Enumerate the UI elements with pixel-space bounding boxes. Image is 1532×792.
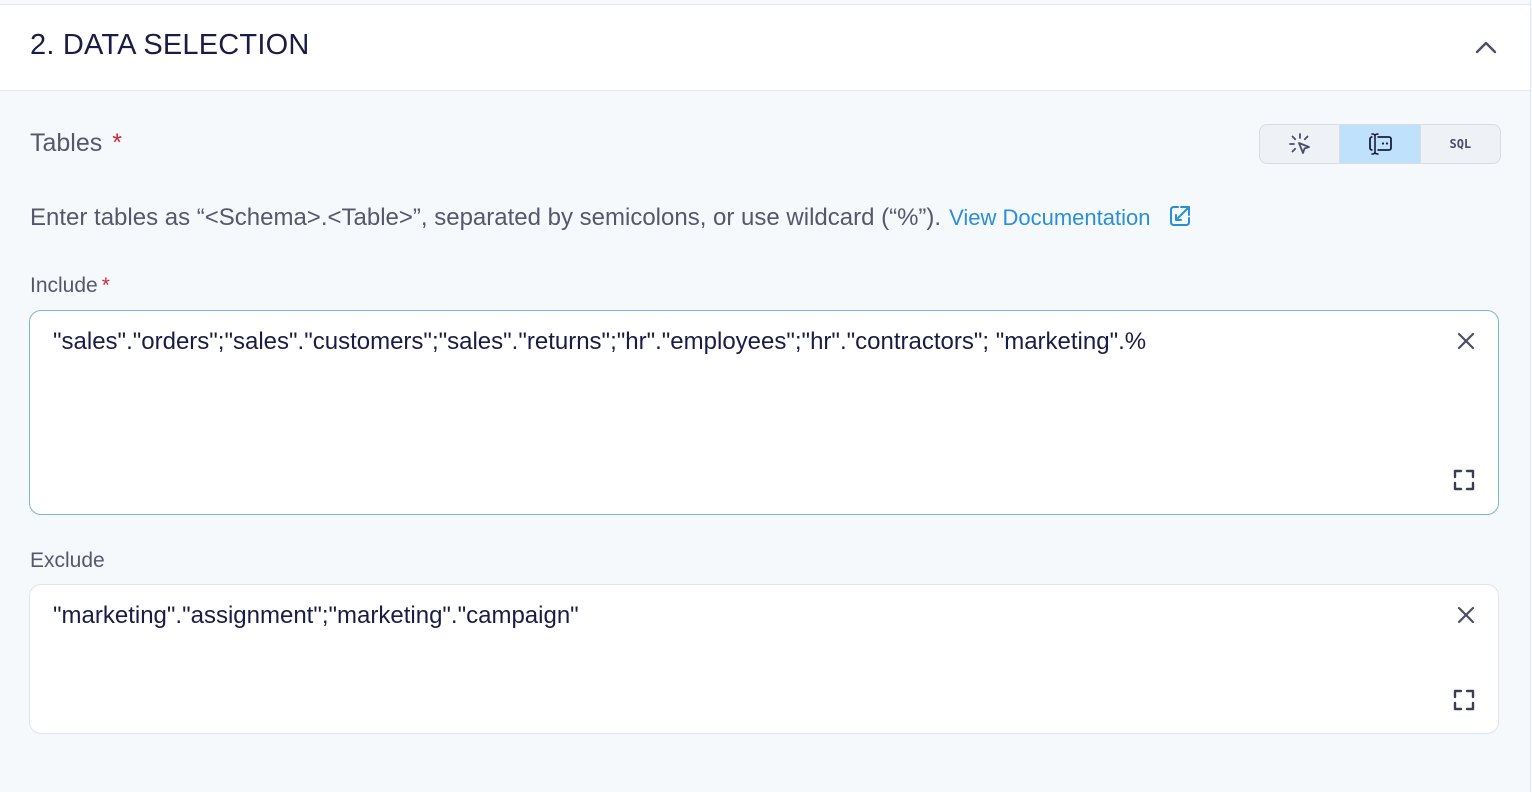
expand-icon	[1453, 469, 1475, 491]
text-mode-button[interactable]	[1340, 125, 1421, 163]
external-link-icon[interactable]	[1168, 204, 1192, 235]
help-text-line: Enter tables as “<Schema>.<Table>”, sepa…	[30, 204, 1192, 235]
include-clear-button[interactable]	[1454, 329, 1478, 353]
tables-label: Tables *	[30, 129, 122, 158]
text-cursor-icon	[1369, 133, 1392, 155]
exclude-clear-button[interactable]	[1454, 603, 1478, 627]
section-header[interactable]: 2. DATA SELECTION	[0, 5, 1530, 91]
exclude-expand-button[interactable]	[1452, 688, 1476, 712]
exclude-label-text: Exclude	[30, 549, 105, 572]
tables-label-text: Tables	[30, 129, 103, 157]
include-value[interactable]: "sales"."orders";"sales"."customers";"sa…	[53, 328, 1146, 356]
sql-mode-button[interactable]: SQL	[1421, 125, 1500, 163]
chevron-up-icon	[1475, 41, 1497, 54]
view-documentation-link[interactable]: View Documentation	[949, 205, 1150, 230]
exclude-value[interactable]: "marketing"."assignment";"marketing"."ca…	[53, 602, 579, 630]
include-label-text: Include	[30, 274, 98, 297]
include-label: Include *	[30, 274, 110, 298]
required-mark: *	[112, 129, 122, 157]
collapse-button[interactable]	[1472, 33, 1500, 61]
section-title: 2. DATA SELECTION	[30, 29, 310, 61]
expand-icon	[1453, 689, 1475, 711]
close-icon	[1457, 606, 1475, 624]
include-expand-button[interactable]	[1452, 468, 1476, 492]
pointer-click-icon	[1288, 133, 1310, 154]
exclude-textarea[interactable]: "marketing"."assignment";"marketing"."ca…	[29, 584, 1499, 734]
data-selection-panel: 2. DATA SELECTION Tables * SQL Enter tab…	[0, 0, 1531, 792]
visual-mode-button[interactable]	[1260, 125, 1341, 163]
exclude-label: Exclude	[30, 549, 105, 573]
close-icon	[1457, 332, 1475, 350]
include-textarea[interactable]: "sales"."orders";"sales"."customers";"sa…	[29, 310, 1499, 515]
include-required-mark: *	[101, 274, 110, 297]
help-text: Enter tables as “<Schema>.<Table>”, sepa…	[30, 204, 942, 231]
input-mode-toggle: SQL	[1259, 124, 1501, 164]
